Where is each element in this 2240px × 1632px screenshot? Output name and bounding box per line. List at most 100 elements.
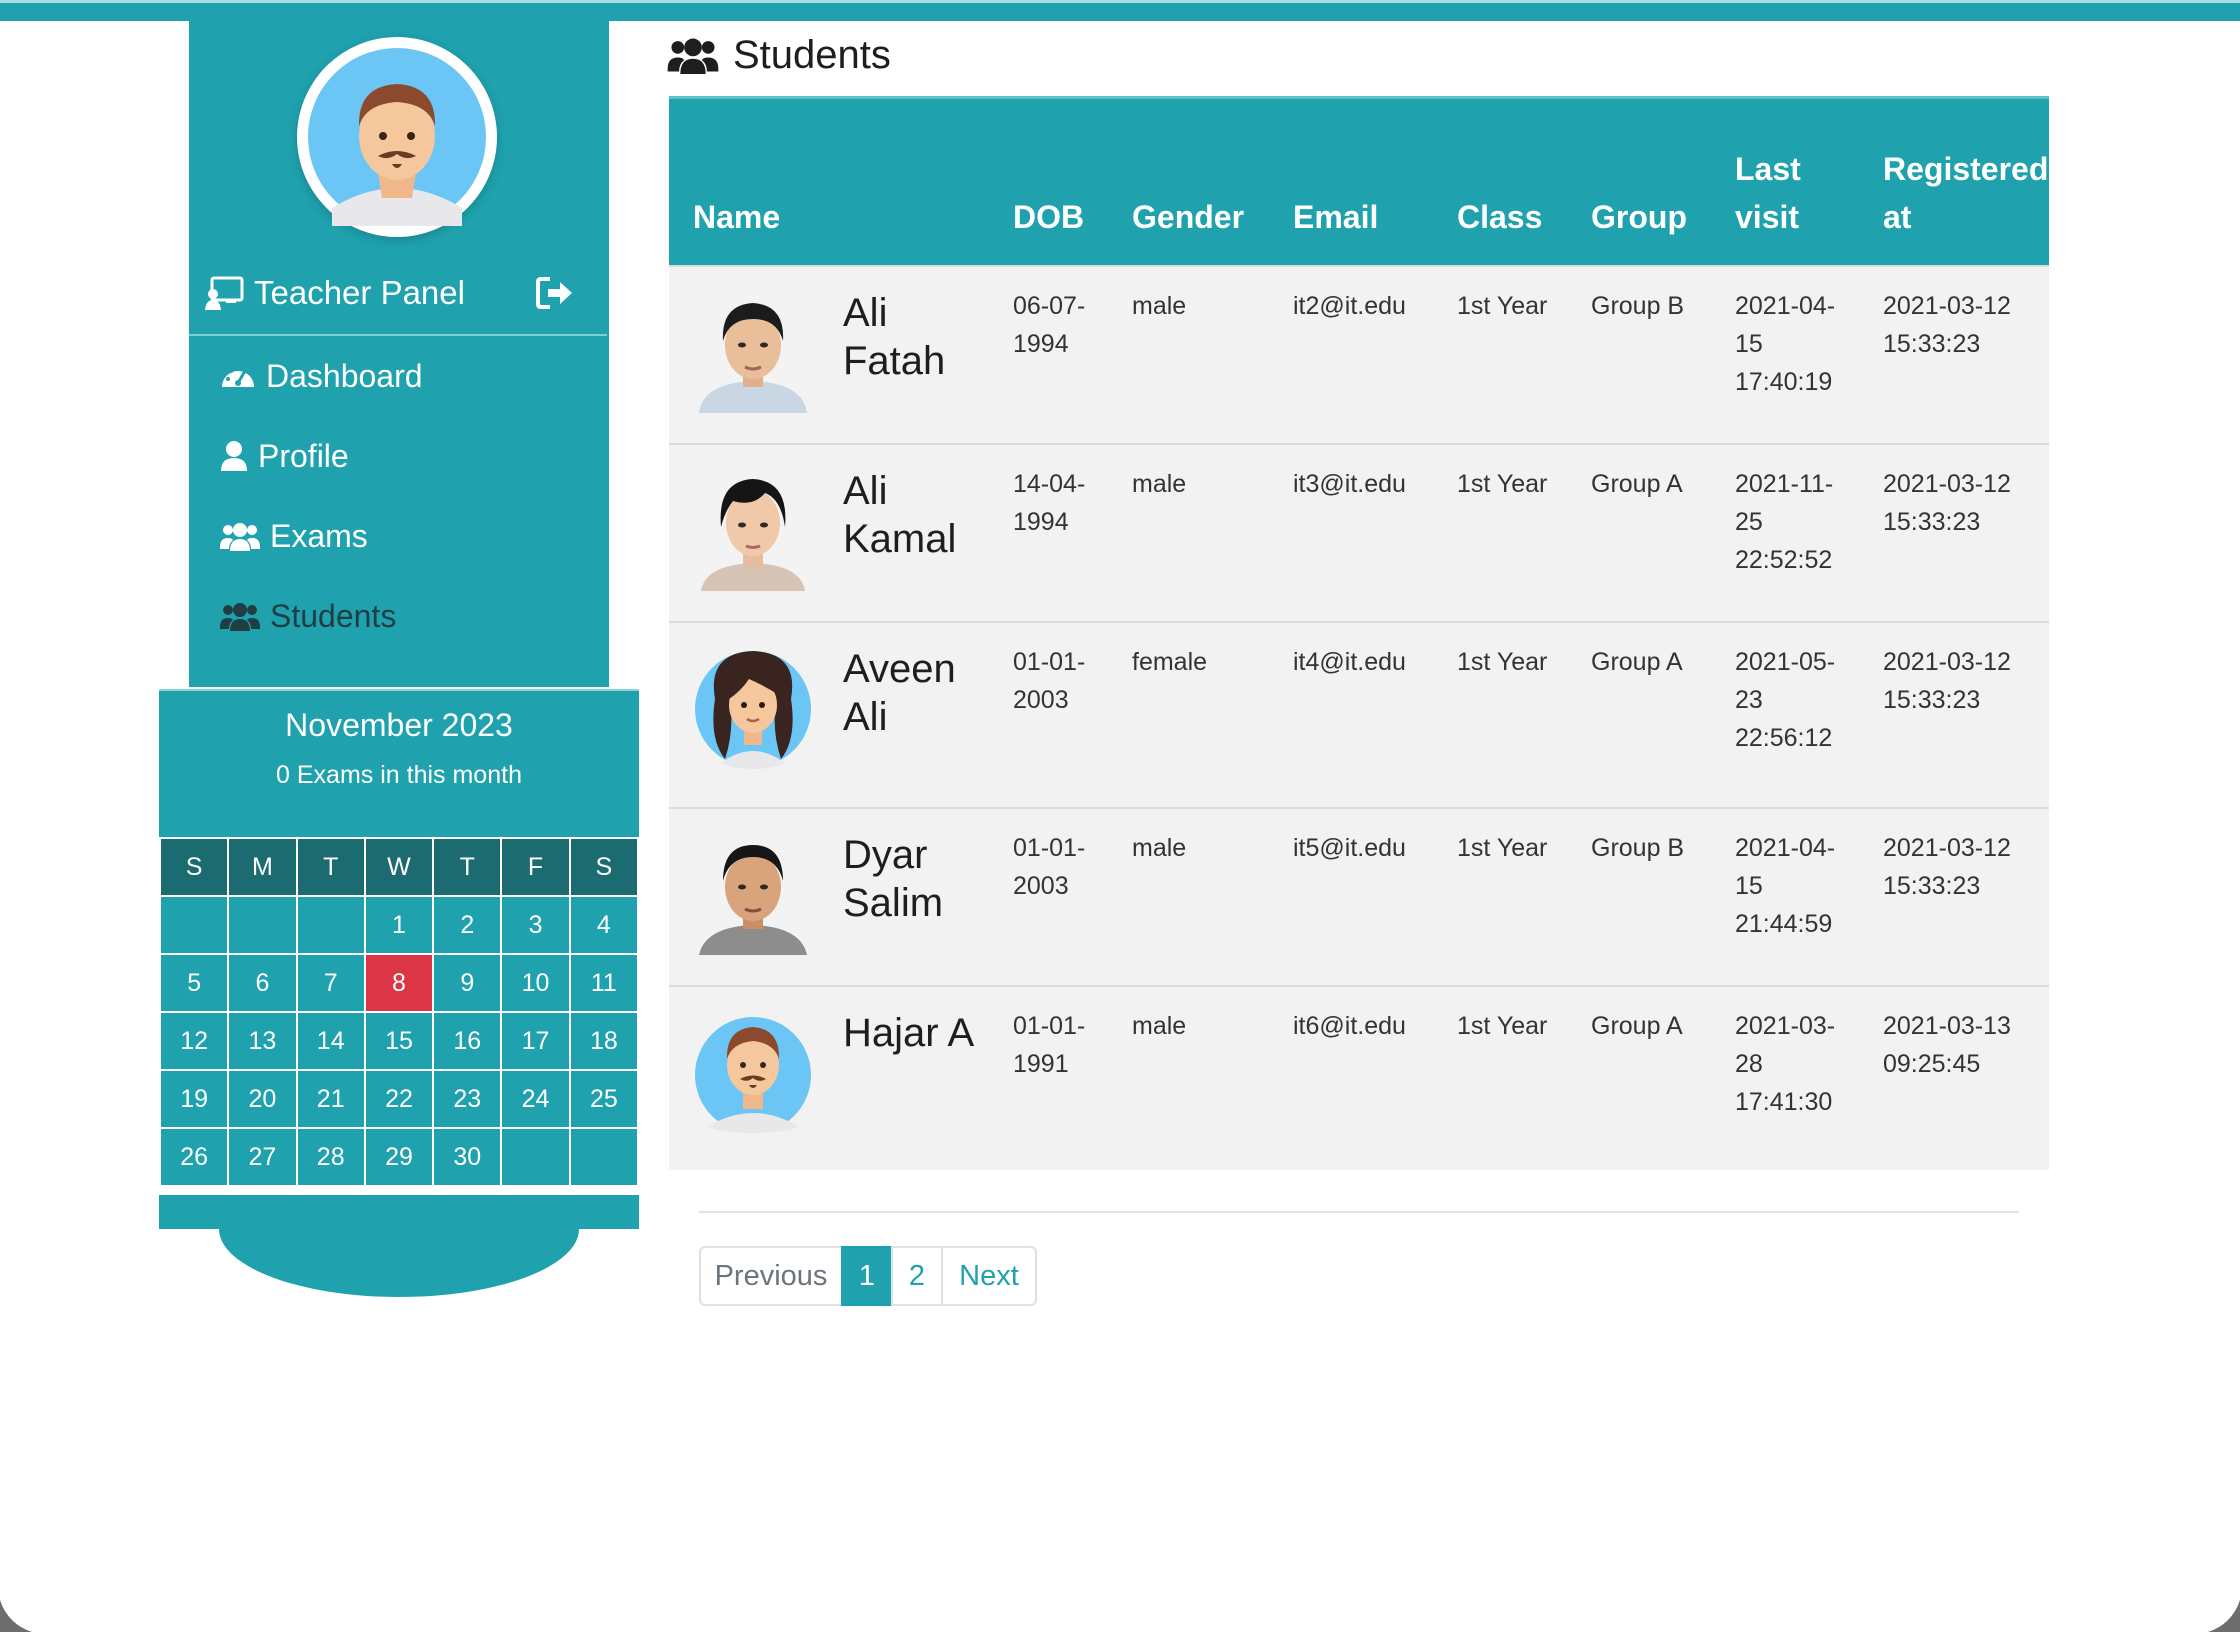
- calendar-day[interactable]: 3: [500, 895, 571, 955]
- calendar-day[interactable]: 14: [295, 1011, 366, 1071]
- cell-group: Group A: [1567, 443, 1711, 622]
- top-accent-bar: [0, 0, 2240, 21]
- calendar-day[interactable]: 30: [432, 1127, 503, 1187]
- cell-group: Group A: [1567, 621, 1711, 808]
- calendar-day[interactable]: 25: [568, 1069, 640, 1129]
- cell-name: Ali Kamal: [669, 443, 989, 622]
- student-name: Ali Kamal: [843, 469, 957, 561]
- calendar-day[interactable]: 12: [158, 1011, 230, 1071]
- calendar-day[interactable]: 20: [227, 1069, 298, 1129]
- sidebar-item-dashboard[interactable]: Dashboard: [220, 353, 423, 399]
- cell-dob: 01-01-2003: [989, 807, 1108, 986]
- cell-name: Dyar Salim: [669, 807, 989, 986]
- calendar-day[interactable]: 10: [500, 953, 571, 1013]
- calendar-day: [568, 1127, 640, 1187]
- calendar-day[interactable]: 22: [363, 1069, 435, 1129]
- users-icon: [220, 523, 260, 551]
- calendar-day[interactable]: 18: [568, 1011, 640, 1071]
- column-header-dob[interactable]: DOB: [989, 96, 1108, 266]
- table-row[interactable]: Ali Kamal 14-04-1994 male it3@it.edu 1st…: [669, 443, 2049, 622]
- cell-dob: 01-01-2003: [989, 621, 1108, 808]
- calendar-day[interactable]: 21: [295, 1069, 366, 1129]
- calendar-month: November 2023: [285, 707, 513, 743]
- column-header-name[interactable]: Name: [669, 96, 989, 266]
- calendar-day[interactable]: 17: [500, 1011, 571, 1071]
- sidebar-item-exams[interactable]: Exams: [220, 513, 368, 559]
- calendar-day[interactable]: 6: [227, 953, 298, 1013]
- sidebar-item-label: Dashboard: [266, 357, 423, 394]
- calendar-day[interactable]: 5: [158, 953, 230, 1013]
- calendar-day[interactable]: 28: [295, 1127, 366, 1187]
- column-header-class[interactable]: Class: [1433, 96, 1567, 266]
- calendar-day[interactable]: 24: [500, 1069, 571, 1129]
- student-name: Ali Fatah: [843, 291, 946, 383]
- calendar-day[interactable]: 7: [295, 953, 366, 1013]
- pagination-next-button[interactable]: Next: [941, 1246, 1037, 1306]
- users-icon: [220, 603, 260, 631]
- calendar-day: [227, 895, 298, 955]
- panel-title: Teacher Panel: [254, 274, 465, 311]
- calendar-day[interactable]: 9: [432, 953, 503, 1013]
- cell-group: Group B: [1567, 265, 1711, 444]
- calendar-day[interactable]: 29: [363, 1127, 435, 1187]
- calendar-day-today[interactable]: 8: [363, 953, 435, 1013]
- pagination-page-2[interactable]: 2: [891, 1246, 943, 1306]
- weekday-header: T: [432, 837, 503, 897]
- avatar-male-icon: [695, 1017, 811, 1133]
- cell-dob: 06-07-1994: [989, 265, 1108, 444]
- calendar-day[interactable]: 2: [432, 895, 503, 955]
- calendar-day[interactable]: 4: [568, 895, 640, 955]
- students-table: Name DOB Gender Email Class Group Last v…: [669, 96, 2049, 1170]
- table-row[interactable]: Dyar Salim 01-01-2003 male it5@it.edu 1s…: [669, 807, 2049, 986]
- student-name: Aveen Ali: [843, 647, 956, 739]
- cell-gender: male: [1108, 807, 1269, 986]
- table-row[interactable]: Ali Fatah 06-07-1994 male it2@it.edu 1st…: [669, 265, 2049, 444]
- pagination-page-1[interactable]: 1: [841, 1246, 893, 1306]
- sidebar-divider: [189, 334, 607, 336]
- calendar-footer: [159, 1195, 639, 1229]
- sidebar-item-label: Students: [270, 597, 397, 634]
- logout-icon[interactable]: [536, 276, 574, 310]
- sidebar-item-students[interactable]: Students: [220, 593, 396, 639]
- calendar-day: [295, 895, 366, 955]
- cell-dob: 14-04-1994: [989, 443, 1108, 622]
- calendar-day[interactable]: 16: [432, 1011, 503, 1071]
- calendar-day[interactable]: 15: [363, 1011, 435, 1071]
- cell-name: Aveen Ali: [669, 621, 989, 808]
- cell-class: 1st Year: [1433, 807, 1567, 986]
- pagination-previous-button[interactable]: Previous: [699, 1246, 843, 1306]
- column-header-group[interactable]: Group: [1567, 96, 1711, 266]
- column-header-gender[interactable]: Gender: [1108, 96, 1269, 266]
- calendar-ribbon-curve: [219, 1229, 579, 1297]
- chalkboard-teacher-icon: [205, 276, 244, 310]
- cell-registered-at: 2021-03-12 15:33:23: [1859, 807, 2049, 986]
- calendar-day[interactable]: 26: [158, 1127, 230, 1187]
- table-row[interactable]: Aveen Ali 01-01-2003 female it4@it.edu 1…: [669, 621, 2049, 808]
- cell-last-visit: 2021-03-28 17:41:30: [1711, 985, 1859, 1170]
- column-header-last-visit[interactable]: Last visit: [1711, 96, 1859, 266]
- cell-group: Group B: [1567, 807, 1711, 986]
- column-header-email[interactable]: Email: [1269, 96, 1433, 266]
- calendar-day[interactable]: 19: [158, 1069, 230, 1129]
- calendar-day[interactable]: 1: [363, 895, 435, 955]
- sidebar-item-profile[interactable]: Profile: [220, 433, 349, 479]
- column-header-registered-at[interactable]: Registered at: [1859, 96, 2049, 266]
- cell-class: 1st Year: [1433, 443, 1567, 622]
- users-icon: [667, 38, 719, 74]
- calendar-day[interactable]: 23: [432, 1069, 503, 1129]
- top-accent-rim: [0, 0, 2240, 3]
- student-photo: [693, 283, 813, 413]
- teacher-panel-header: Teacher Panel: [204, 268, 574, 318]
- weekday-header: S: [568, 837, 640, 897]
- table-row[interactable]: Hajar A 01-01-1991 male it6@it.edu 1st Y…: [669, 985, 2049, 1170]
- user-icon: [221, 441, 247, 471]
- cell-gender: female: [1108, 621, 1269, 808]
- calendar-day[interactable]: 27: [227, 1127, 298, 1187]
- student-photo: [693, 825, 813, 955]
- calendar-day[interactable]: 11: [568, 953, 640, 1013]
- cell-name: Hajar A: [669, 985, 989, 1170]
- weekday-header: M: [227, 837, 298, 897]
- pagination: Previous 1 2 Next: [699, 1246, 1037, 1306]
- cell-dob: 01-01-1991: [989, 985, 1108, 1170]
- calendar-day[interactable]: 13: [227, 1011, 298, 1071]
